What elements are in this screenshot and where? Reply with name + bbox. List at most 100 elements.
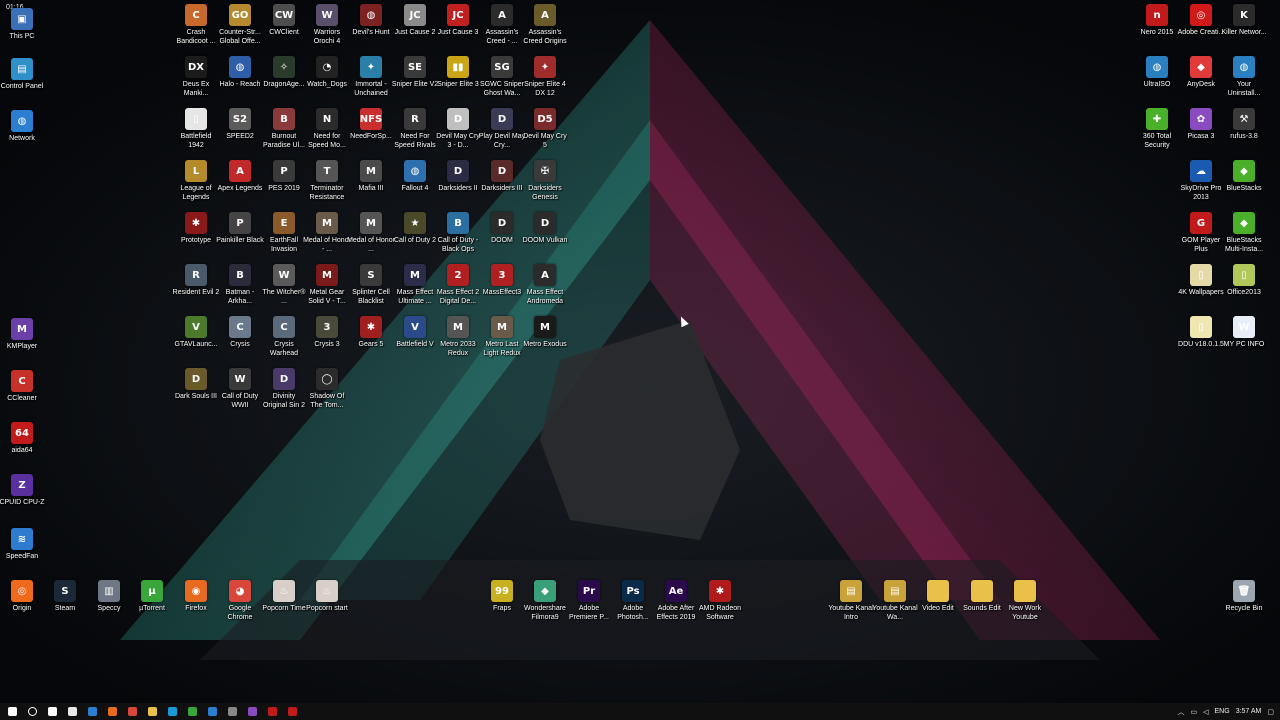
- desktop-icon[interactable]: A Assassin's Creed Origins: [523, 4, 567, 46]
- desktop-icon[interactable]: D Dark Souls III: [174, 368, 218, 401]
- desktop-icon[interactable]: ♨ Popcorn start: [305, 580, 349, 613]
- desktop-icon[interactable]: GO Counter-Str... Global Offe...: [218, 4, 262, 46]
- desktop-icon[interactable]: C Crysis: [218, 316, 262, 349]
- desktop-icon[interactable]: ✱ Gears 5: [349, 316, 393, 349]
- desktop-icon[interactable]: ◯ Shadow Of The Tom...: [305, 368, 349, 410]
- desktop-icon[interactable]: M Metro Exodus: [523, 316, 567, 349]
- edge-icon[interactable]: [82, 703, 102, 720]
- desktop-icon[interactable]: ✿ Picasa 3: [1179, 108, 1223, 141]
- desktop-icon[interactable]: W MY PC INFO: [1222, 316, 1266, 349]
- desktop-icon[interactable]: M Metro 2033 Redux: [436, 316, 480, 358]
- app2-icon[interactable]: [202, 703, 222, 720]
- desktop-icon[interactable]: B Call of Duty - Black Ops: [436, 212, 480, 254]
- desktop-icon[interactable]: D Divinity Original Sin 2: [262, 368, 306, 410]
- desktop-icon[interactable]: Video Edit: [916, 580, 960, 613]
- desktop-icon[interactable]: P PES 2019: [262, 160, 306, 193]
- desktop-icon[interactable]: JC Just Cause 2: [393, 4, 437, 37]
- notifications-icon[interactable]: ▢: [1267, 708, 1274, 716]
- aida64-icon[interactable]: [282, 703, 302, 720]
- desktop-icon[interactable]: K Killer Networ...: [1221, 4, 1267, 37]
- desktop-icon[interactable]: 3 MassEffect3: [480, 264, 524, 297]
- desktop-icon[interactable]: ✱ Prototype: [174, 212, 218, 245]
- desktop-icon[interactable]: ⚒ rufus-3.8: [1222, 108, 1266, 141]
- desktop-icon[interactable]: SE Sniper Elite V2: [392, 56, 438, 89]
- desktop-icon[interactable]: D Play Devil May Cry...: [479, 108, 525, 150]
- language-indicator[interactable]: ENG: [1215, 708, 1230, 715]
- desktop-icon[interactable]: NFS NeedForSp...: [349, 108, 393, 141]
- desktop-icon[interactable]: µ µTorrent: [130, 580, 174, 613]
- start-icon[interactable]: [2, 703, 22, 720]
- desktop-icon[interactable]: M Medal of Honor ...: [347, 212, 395, 254]
- desktop-icon[interactable]: CW CWClient: [262, 4, 306, 37]
- desktop-icon[interactable]: P Painkiller Black: [216, 212, 264, 245]
- desktop-icon[interactable]: Sounds Edit: [960, 580, 1004, 613]
- desktop-icon[interactable]: ▯ DDU v18.0.1.5: [1178, 316, 1224, 349]
- desktop-icon[interactable]: Pr Adobe Premiere P...: [567, 580, 611, 622]
- task-view-icon[interactable]: [42, 703, 62, 720]
- store-icon[interactable]: [62, 703, 82, 720]
- desktop-icon[interactable]: ◆ Wondershare Filmora9: [523, 580, 567, 622]
- app3-icon[interactable]: [222, 703, 242, 720]
- desktop-icon[interactable]: T Terminator Resistance: [305, 160, 349, 202]
- desktop-icon[interactable]: ✦ Immortal - Unchained: [349, 56, 393, 98]
- desktop-icon[interactable]: ◆ BlueStacks: [1222, 160, 1266, 193]
- network-icon[interactable]: ▭: [1191, 708, 1198, 716]
- desktop-icon[interactable]: ◆ AnyDesk: [1179, 56, 1223, 89]
- desktop-icon[interactable]: ◍ Your Uninstall...: [1222, 56, 1266, 98]
- chrome-icon[interactable]: [122, 703, 142, 720]
- desktop-icon[interactable]: V Battlefield V: [393, 316, 437, 349]
- desktop-icon[interactable]: 64 aida64: [0, 422, 44, 455]
- desktop-icon[interactable]: D5 Devil May Cry 5: [523, 108, 567, 150]
- desktop-icon[interactable]: ≋ SpeedFan: [0, 528, 44, 561]
- desktop-icon[interactable]: ✦ Sniper Elite 4 DX 12: [523, 56, 567, 98]
- desktop-icon[interactable]: D Darksiders II: [436, 160, 480, 193]
- desktop-icon[interactable]: ▤ Youtube Kanal Wa...: [872, 580, 918, 622]
- search-icon[interactable]: [22, 703, 42, 720]
- desktop-icon[interactable]: A Assassin's Creed - ...: [480, 4, 524, 46]
- desktop-icon[interactable]: W The Witcher® ...: [262, 264, 306, 306]
- desktop-icon[interactable]: New Work Youtube: [1003, 580, 1047, 622]
- desktop-icon[interactable]: ◍ Network: [0, 110, 44, 143]
- desktop-icon[interactable]: ▯ 4K Wallpapers: [1178, 264, 1224, 297]
- desktop-icon[interactable]: ▥ Speccy: [87, 580, 131, 613]
- desktop-icon[interactable]: ◆ BlueStacks Multi-Insta...: [1222, 212, 1266, 254]
- desktop-icon[interactable]: ♨ Popcorn Time: [262, 580, 306, 613]
- app4-icon[interactable]: [242, 703, 262, 720]
- desktop-icon[interactable]: JC Just Cause 3: [436, 4, 480, 37]
- desktop-icon[interactable]: D DOOM Vulkan: [523, 212, 567, 245]
- desktop-icon[interactable]: n Nero 2015: [1135, 4, 1179, 37]
- desktop-icon[interactable]: M Medal of Honor - ...: [303, 212, 351, 254]
- desktop-icon[interactable]: C Crysis Warhead: [262, 316, 306, 358]
- desktop-icon[interactable]: W Warriors Orochi 4: [305, 4, 349, 46]
- firefox-icon[interactable]: [102, 703, 122, 720]
- desktop-icon[interactable]: D DOOM: [480, 212, 524, 245]
- desktop-icon[interactable]: S Steam: [43, 580, 87, 613]
- desktop-icon[interactable]: ◕ Google Chrome: [218, 580, 262, 622]
- app5-icon[interactable]: [262, 703, 282, 720]
- desktop-icon[interactable]: W Call of Duty WWII: [218, 368, 262, 410]
- explorer-icon[interactable]: [142, 703, 162, 720]
- desktop-icon[interactable]: ◍ Devil's Hunt: [349, 4, 393, 37]
- desktop-icon[interactable]: ◎ Origin: [0, 580, 44, 613]
- desktop-icon[interactable]: ▤ Youtube Kanal Intro: [828, 580, 874, 622]
- desktop-icon[interactable]: 3 Crysis 3: [305, 316, 349, 349]
- desktop-icon[interactable]: S Splinter Cell Blacklist: [349, 264, 393, 306]
- desktop-icon[interactable]: ◔ Watch_Dogs: [305, 56, 349, 89]
- desktop-icon[interactable]: M Mafia III: [349, 160, 393, 193]
- volume-icon[interactable]: ◁: [1203, 708, 1208, 716]
- desktop-icon[interactable]: 99 Fraps: [480, 580, 524, 613]
- desktop-icon[interactable]: V GTAVLaunc...: [174, 316, 218, 349]
- desktop-icon[interactable]: C CCleaner: [0, 370, 44, 403]
- desktop-icon[interactable]: A Apex Legends: [218, 160, 262, 193]
- skype-icon[interactable]: [162, 703, 182, 720]
- desktop-icon[interactable]: ✧ DragonAge...: [262, 56, 306, 89]
- desktop-icon[interactable]: B Burnout Paradise Ul...: [262, 108, 306, 150]
- desktop-icon[interactable]: ✠ Darksiders Genesis: [523, 160, 567, 202]
- desktop-icon[interactable]: ▮▮ Sniper Elite 3: [436, 56, 480, 89]
- desktop-icon[interactable]: L League of Legends: [174, 160, 218, 202]
- desktop-icon[interactable]: M Mass Effect Ultimate ...: [393, 264, 437, 306]
- desktop-icon[interactable]: Ae Adobe After Effects 2019: [654, 580, 698, 622]
- desktop-icon[interactable]: Z CPUID CPU-Z: [0, 474, 45, 507]
- desktop-icon[interactable]: ▤ Control Panel: [0, 58, 44, 91]
- desktop-icon[interactable]: ✚ 360 Total Security: [1135, 108, 1179, 150]
